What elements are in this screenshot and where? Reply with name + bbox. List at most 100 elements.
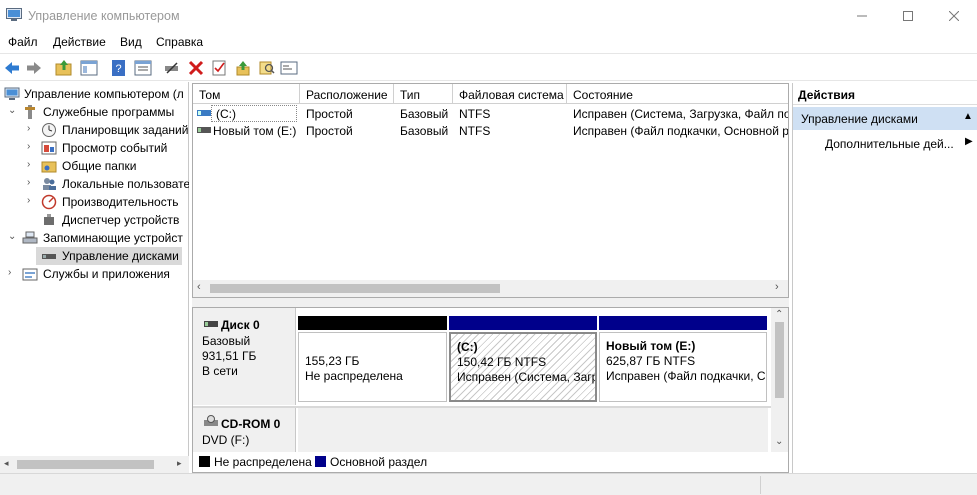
tree-item-device-manager[interactable]: Диспетчер устройств bbox=[0, 211, 189, 229]
tree-label-system-tools: Служебные программы bbox=[43, 105, 175, 119]
pane-splitter[interactable] bbox=[192, 298, 789, 307]
actions-section-disk-management[interactable]: Управление дисками ▲ bbox=[793, 107, 977, 130]
volume-name: (C:) bbox=[211, 105, 297, 122]
connect-drive-icon[interactable] bbox=[163, 59, 181, 77]
partition-title: Новый том (E:) bbox=[606, 339, 696, 353]
partition-c[interactable]: (C:) 150,42 ГБ NTFS Исправен (Система, З… bbox=[449, 316, 597, 404]
show-hide-tree-icon[interactable] bbox=[80, 59, 98, 77]
close-button[interactable] bbox=[931, 0, 977, 31]
tree-item-services[interactable]: › Службы и приложения bbox=[0, 265, 189, 283]
scroll-up-icon[interactable]: ⌃ bbox=[775, 309, 783, 320]
title-bar: Управление компьютером bbox=[0, 0, 977, 31]
back-arrow-icon[interactable] bbox=[3, 59, 21, 77]
console-window-icon[interactable] bbox=[280, 59, 298, 77]
column-header-filesystem[interactable]: Файловая система bbox=[453, 84, 567, 104]
menu-file[interactable]: Файл bbox=[8, 35, 38, 49]
svg-text:?: ? bbox=[115, 63, 121, 75]
chevron-right-icon[interactable]: › bbox=[27, 177, 30, 188]
tree-item-shared-folders[interactable]: › Общие папки bbox=[0, 157, 189, 175]
tree-label-services: Службы и приложения bbox=[43, 267, 170, 281]
actions-more-item[interactable]: Дополнительные дей... ▶ bbox=[793, 133, 977, 153]
partition-status: Исправен (Система, Загр bbox=[457, 370, 597, 384]
tree-item-storage[interactable]: ⌄ Запоминающие устройст bbox=[0, 229, 189, 247]
scrollbar-thumb[interactable] bbox=[210, 284, 500, 293]
tree-item-event-viewer[interactable]: › Просмотр событий bbox=[0, 139, 189, 157]
menu-action[interactable]: Действие bbox=[53, 35, 106, 49]
maximize-button[interactable] bbox=[885, 0, 931, 31]
chevron-right-icon[interactable]: › bbox=[27, 159, 30, 170]
up-folder-icon[interactable] bbox=[55, 59, 73, 77]
search-icon[interactable] bbox=[258, 59, 276, 77]
navigation-tree: Управление компьютером (л ⌄ Служебные пр… bbox=[0, 82, 189, 473]
scroll-left-icon[interactable]: ‹ bbox=[197, 281, 201, 293]
storage-icon bbox=[22, 231, 38, 244]
computer-management-icon bbox=[6, 8, 22, 21]
volume-name: Новый том (E:) bbox=[213, 124, 297, 138]
disk-map-vertical-scrollbar[interactable]: ⌃ ⌄ bbox=[771, 308, 788, 452]
partition-e[interactable]: Новый том (E:) 625,87 ГБ NTFS Исправен (… bbox=[599, 316, 767, 404]
tree-label-disk-management: Управление дисками bbox=[62, 249, 179, 263]
legend: Не распределена Основной раздел bbox=[192, 452, 789, 473]
shared-folder-icon bbox=[41, 161, 57, 173]
chevron-right-icon[interactable]: › bbox=[27, 123, 30, 134]
chevron-right-icon[interactable]: › bbox=[8, 267, 11, 278]
disk-icon bbox=[204, 321, 218, 327]
volume-list-horizontal-scrollbar[interactable]: ‹ › bbox=[193, 280, 788, 297]
chevron-down-icon[interactable]: ⌄ bbox=[8, 231, 16, 242]
help-icon[interactable]: ? bbox=[110, 59, 128, 77]
menu-help[interactable]: Справка bbox=[156, 35, 203, 49]
scroll-right-icon[interactable]: ▸ bbox=[177, 458, 182, 469]
disk-icon bbox=[42, 254, 56, 259]
chevron-right-icon[interactable]: › bbox=[27, 141, 30, 152]
disk-type: Базовый bbox=[202, 334, 251, 348]
cdrom-empty-area bbox=[298, 408, 768, 452]
volume-status: Исправен (Система, Загрузка, Файл по bbox=[573, 107, 788, 121]
partition-title bbox=[305, 339, 442, 354]
volume-filesystem: NTFS bbox=[459, 124, 491, 138]
column-header-status[interactable]: Состояние bbox=[567, 84, 788, 104]
cdrom-name: CD-ROM 0 bbox=[221, 417, 281, 431]
forward-arrow-icon[interactable] bbox=[25, 59, 43, 77]
computer-icon bbox=[4, 87, 20, 100]
tree-item-root[interactable]: Управление компьютером (л bbox=[0, 85, 189, 103]
table-row[interactable]: (C:) Простой Базовый NTFS Исправен (Сист… bbox=[193, 105, 788, 122]
cdrom-header[interactable]: CD-ROM 0 DVD (F:) bbox=[193, 408, 296, 452]
table-row[interactable]: Новый том (E:) Простой Базовый NTFS Испр… bbox=[193, 122, 788, 139]
partition-box: (C:) 150,42 ГБ NTFS Исправен (Система, З… bbox=[449, 332, 597, 402]
cd-drive-icon bbox=[204, 415, 218, 426]
chevron-down-icon[interactable]: ⌄ bbox=[8, 105, 16, 116]
partition-size: 155,23 ГБ bbox=[305, 354, 360, 368]
tree-item-system-tools[interactable]: ⌄ Служебные программы bbox=[0, 103, 189, 121]
clock-icon bbox=[42, 123, 56, 137]
minimize-button[interactable] bbox=[839, 0, 885, 31]
scroll-left-icon[interactable]: ◂ bbox=[4, 458, 9, 469]
delete-icon[interactable] bbox=[187, 59, 205, 77]
disk-header[interactable]: Диск 0 Базовый 931,51 ГБ В сети bbox=[193, 308, 296, 405]
tree-item-task-scheduler[interactable]: › Планировщик заданий bbox=[0, 121, 189, 139]
legend-swatch-unallocated bbox=[199, 456, 210, 467]
scrollbar-thumb[interactable] bbox=[17, 460, 154, 469]
tree-label-local-users: Локальные пользовате bbox=[62, 177, 189, 191]
scrollbar-thumb[interactable] bbox=[775, 322, 784, 398]
column-header-layout[interactable]: Расположение bbox=[300, 84, 394, 104]
tree-item-performance[interactable]: › Производительность bbox=[0, 193, 189, 211]
tree-horizontal-scrollbar[interactable]: ◂ ▸ bbox=[0, 456, 189, 473]
scroll-right-icon[interactable]: › bbox=[775, 281, 779, 293]
partition-status: Не распределена bbox=[305, 369, 403, 383]
collapse-up-icon[interactable]: ▲ bbox=[963, 111, 973, 122]
chevron-right-icon[interactable]: › bbox=[27, 195, 30, 206]
import-icon[interactable] bbox=[234, 59, 252, 77]
status-divider bbox=[760, 476, 761, 494]
volume-filesystem: NTFS bbox=[459, 107, 491, 121]
check-properties-icon[interactable] bbox=[210, 59, 228, 77]
properties-pane-icon[interactable] bbox=[134, 59, 152, 77]
column-header-type[interactable]: Тип bbox=[394, 84, 453, 104]
partition-unallocated[interactable]: 155,23 ГБ Не распределена bbox=[298, 316, 447, 404]
menu-view[interactable]: Вид bbox=[120, 35, 142, 49]
column-header-volume[interactable]: Том bbox=[193, 84, 300, 104]
tree-label-device-manager: Диспетчер устройств bbox=[62, 213, 180, 227]
legend-swatch-primary bbox=[315, 456, 326, 467]
tree-item-disk-management[interactable]: Управление дисками bbox=[36, 247, 182, 265]
tree-item-local-users[interactable]: › Локальные пользовате bbox=[0, 175, 189, 193]
scroll-down-icon[interactable]: ⌄ bbox=[775, 436, 783, 447]
